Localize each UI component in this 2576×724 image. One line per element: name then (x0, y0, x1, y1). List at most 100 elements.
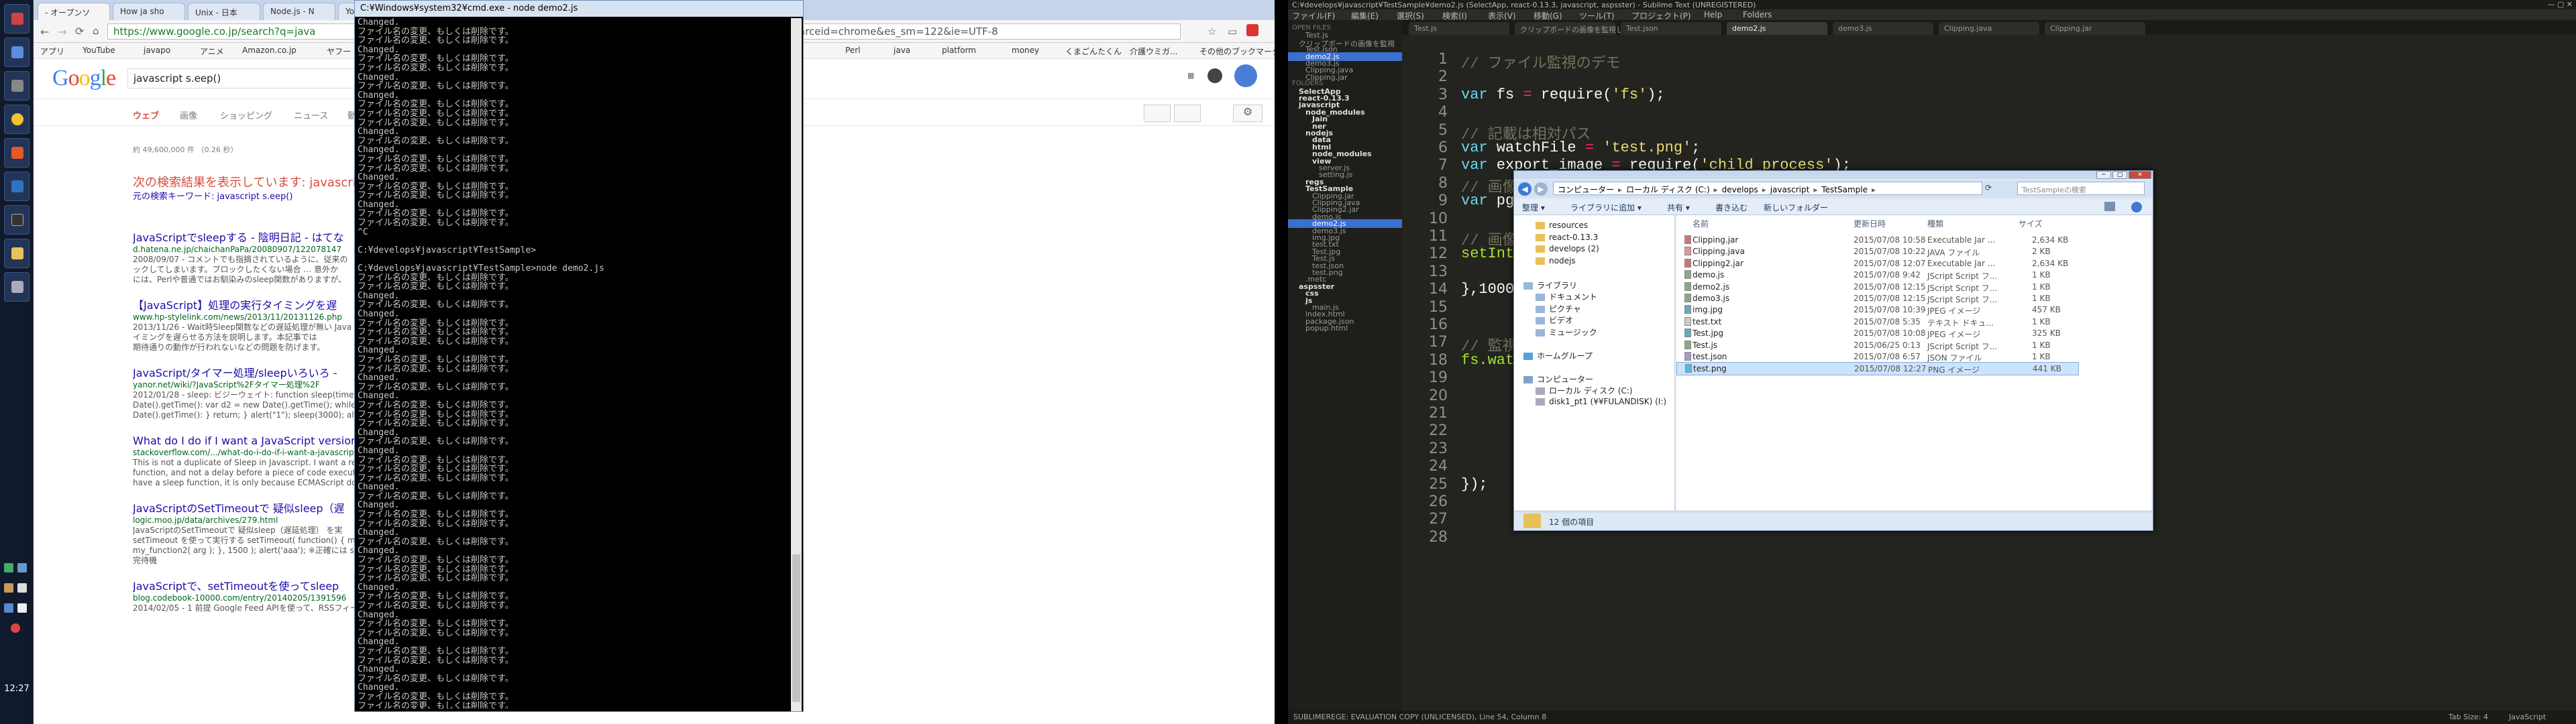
nav-item[interactable]: develops (2) (1536, 244, 1599, 253)
safesearch-icon[interactable] (1174, 105, 1201, 122)
browser-tab[interactable]: How ja sho (113, 3, 185, 20)
nav-item[interactable]: react-0.13.3 (1536, 233, 1598, 242)
tab-size[interactable]: Tab Size: 4 (2449, 713, 2488, 721)
breadcrumb-segment[interactable]: javascript (1770, 185, 1810, 194)
extension-icon[interactable] (1246, 24, 1258, 36)
taskbar-app-button[interactable] (4, 105, 30, 134)
command-button[interactable]: 新しいフォルダー (1764, 202, 1828, 213)
breadcrumb-arrow-icon[interactable]: ▸ (1618, 185, 1622, 194)
close-button[interactable]: ✕ (2129, 171, 2151, 179)
avatar[interactable] (1234, 64, 1257, 87)
editor-tab[interactable]: demo3.js (1833, 22, 1933, 35)
user-icon[interactable] (1144, 105, 1171, 122)
home-icon[interactable]: ⌂ (93, 25, 99, 37)
sidebar-item[interactable]: popup.html (1288, 324, 1348, 333)
bookmark-item[interactable]: java (894, 46, 910, 55)
browser-tab[interactable]: - オープンソ (38, 3, 110, 20)
taskbar-app-button[interactable] (4, 272, 30, 302)
bookmark-item[interactable]: アプリ (40, 46, 64, 57)
tray-icon[interactable] (4, 563, 13, 572)
column-header[interactable]: 名前 (1693, 218, 1709, 229)
bookmark-item[interactable]: Amazon.co.jp (242, 46, 297, 55)
breadcrumb-segment[interactable]: develops (1722, 185, 1758, 194)
bookmark-item[interactable]: YouTube (83, 46, 115, 55)
breadcrumb-segment[interactable]: コンピューター (1558, 185, 1614, 194)
file-row[interactable]: test.png 2015/07/08 12:27 PNG イメージ 441 KB (1676, 362, 2079, 376)
tray-icon[interactable] (11, 623, 20, 633)
nav-item[interactable]: コンピューター (1523, 373, 1593, 385)
taskbar-app-button[interactable] (4, 172, 30, 201)
nav-item[interactable]: ドキュメント (1536, 291, 1597, 302)
breadcrumb-segment[interactable]: TestSample (1821, 185, 1868, 194)
nav-item[interactable]: ローカル ディスク (C:) (1536, 385, 1633, 396)
menu-item[interactable]: Help (1704, 10, 1722, 19)
view-options-icon[interactable] (2104, 202, 2115, 211)
apps-grid-icon[interactable]: ▦ (1187, 71, 1194, 80)
forward-icon[interactable]: → (58, 25, 66, 38)
bookmark-item[interactable]: その他のブックマーク (1199, 46, 1275, 57)
nav-item[interactable]: nodejs (1536, 256, 1576, 265)
taskbar-app-button[interactable] (4, 138, 30, 168)
tray-icon[interactable] (17, 563, 27, 572)
nav-item[interactable]: disk1_pt1 (¥¥FULANDISK) (I:) (1536, 397, 1666, 406)
bookmark-item[interactable]: platform (942, 46, 976, 55)
bookmark-item[interactable]: money (1012, 46, 1039, 55)
bookmark-item[interactable]: アニメ (200, 46, 224, 57)
taskbar-app-button[interactable] (4, 239, 30, 268)
menu-item[interactable]: Folders (1743, 10, 1772, 19)
tab-web[interactable]: ウェブ (133, 109, 159, 121)
maximize-button[interactable]: ▢ (2112, 171, 2127, 179)
browser-tab[interactable]: Unix - 日本 (188, 3, 260, 20)
nav-item[interactable]: resources (1536, 221, 1588, 230)
bookmark-item[interactable]: Perl (845, 46, 860, 55)
editor-tab[interactable]: クリップボードの画像を監視して外部へ保 (1515, 22, 1660, 35)
clock[interactable]: 12:27 (1, 684, 32, 694)
settings-gear-icon[interactable]: ⚙ (1233, 105, 1263, 122)
breadcrumb-segment[interactable]: ローカル ディスク (C:) (1626, 185, 1710, 194)
editor-tab[interactable]: Clipping.jar (2045, 22, 2145, 35)
tab-shopping[interactable]: ショッピング (220, 109, 272, 121)
tray-icon[interactable] (4, 583, 13, 593)
tray-icon[interactable] (17, 603, 27, 613)
google-logo[interactable]: Google (52, 66, 116, 91)
editor-tab[interactable]: Clipping.java (1939, 22, 2039, 35)
column-header[interactable]: サイズ (2019, 218, 2043, 229)
editor-tab[interactable]: Test.js (1409, 22, 1509, 35)
help-icon[interactable] (2131, 202, 2142, 213)
taskbar-app-button[interactable] (4, 4, 30, 34)
syntax[interactable]: JavaScript (2509, 713, 2546, 721)
tray-icon[interactable] (4, 603, 13, 613)
cast-icon[interactable]: ▭ (1228, 25, 1237, 38)
tab-images[interactable]: 画像 (180, 109, 197, 121)
command-button[interactable]: 書き込む (1715, 202, 1748, 213)
cmd-output[interactable]: Changed. ファイル名の変更、もしくは削除です。 ファイル名の変更、もしくは削… (358, 18, 790, 709)
editor-tab[interactable]: Test.json (1621, 22, 1721, 35)
breadcrumb-arrow-icon[interactable]: ▸ (1714, 185, 1718, 194)
editor-tab[interactable]: demo2.js (1727, 22, 1827, 35)
bookmark-item[interactable]: javapo (144, 46, 170, 55)
refresh-icon[interactable]: ⟳ (1985, 183, 1992, 192)
original-query[interactable]: 元の検索キーワード: javascript s.eep() (133, 189, 292, 202)
taskbar-app-button[interactable] (4, 38, 30, 67)
star-icon[interactable]: ☆ (1208, 25, 1216, 38)
breadcrumb-arrow-icon[interactable]: ▸ (1872, 185, 1876, 194)
search-field[interactable]: TestSampleの検索 (2017, 182, 2145, 195)
taskbar-app-button[interactable] (4, 71, 30, 101)
bookmark-item[interactable]: ヤフー (327, 46, 351, 57)
back-icon[interactable]: ◀ (1518, 182, 1532, 196)
nav-item[interactable]: ビデオ (1536, 314, 1573, 326)
command-button[interactable]: 共有 ▾ (1667, 202, 1690, 213)
column-header[interactable]: 更新日時 (1854, 218, 1886, 229)
minimize-button[interactable]: ─ (2096, 171, 2111, 179)
forward-icon[interactable]: ▶ (1534, 182, 1548, 196)
search-input[interactable]: javascript s.eep() (127, 68, 369, 88)
browser-tab[interactable]: Node.js - N (263, 3, 335, 20)
tab-news[interactable]: ニュース (294, 109, 328, 121)
back-icon[interactable]: ← (40, 25, 49, 38)
nav-item[interactable]: ミュージック (1536, 326, 1597, 338)
nav-item[interactable]: ライブラリ (1523, 280, 1577, 291)
bookmark-item[interactable]: くまごんたくん (1065, 46, 1122, 57)
column-header[interactable]: 種類 (1927, 218, 1943, 229)
nav-item[interactable]: ピクチャ (1536, 303, 1581, 314)
breadcrumb-arrow-icon[interactable]: ▸ (1762, 185, 1766, 194)
